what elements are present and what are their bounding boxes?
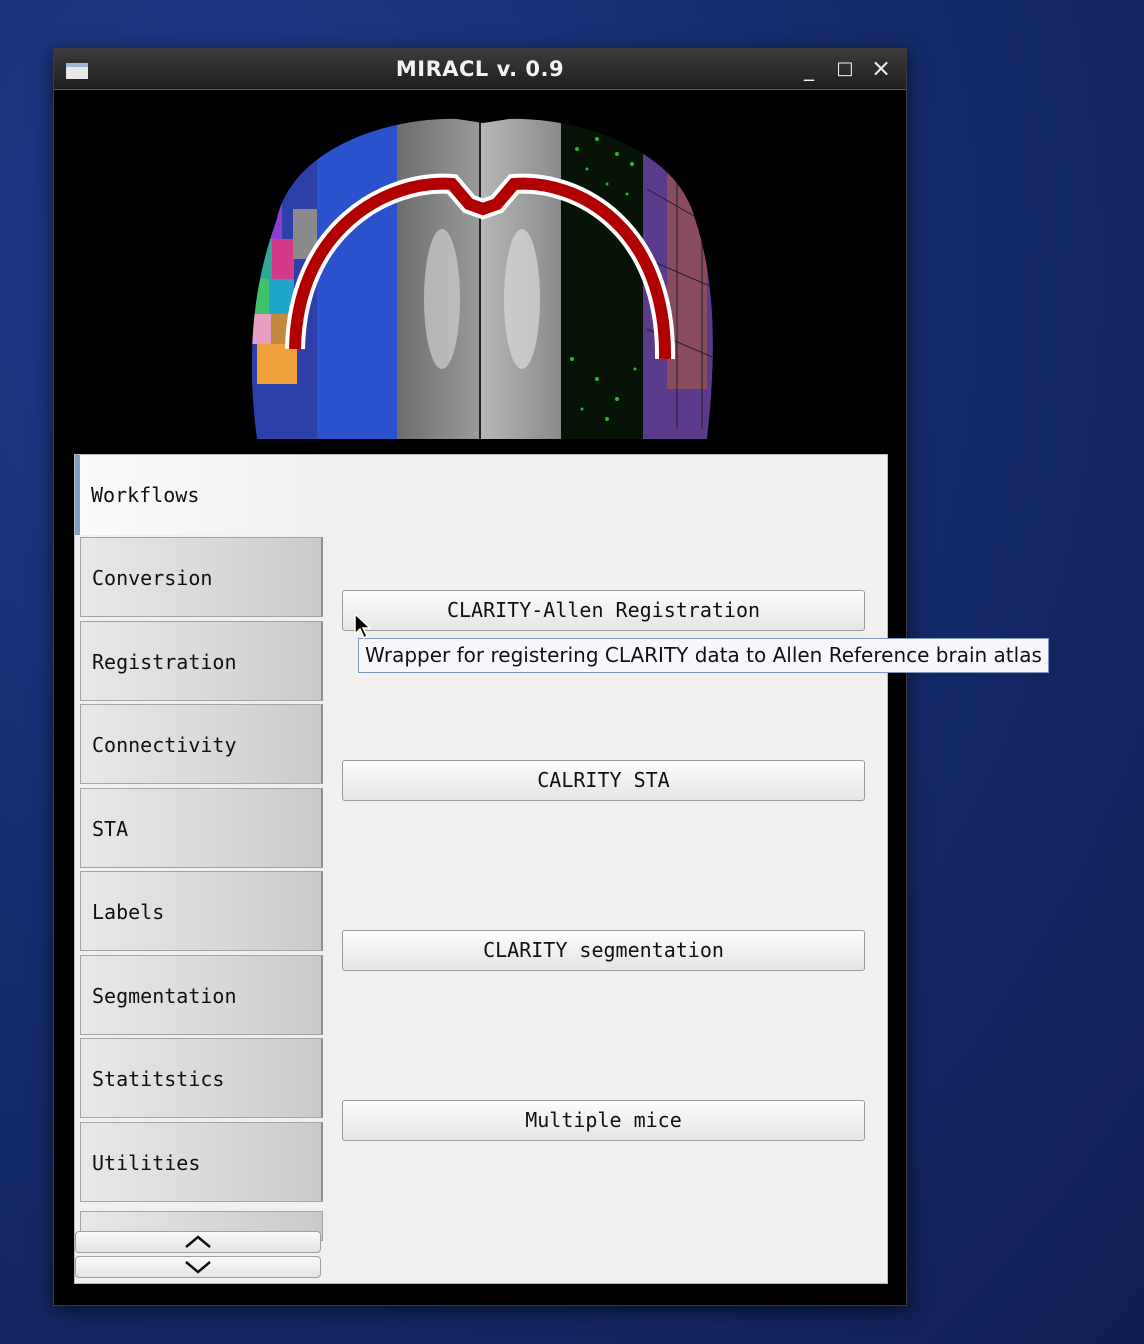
chevron-up-icon — [185, 1235, 211, 1248]
tab-utilities[interactable]: Utilities — [80, 1122, 323, 1202]
close-button[interactable]: × — [870, 54, 892, 82]
brain-banner-image — [237, 109, 729, 441]
clarity-sta-button[interactable]: CALRITY STA — [342, 760, 865, 801]
mouse-pointer-icon — [354, 612, 372, 640]
window-title: MIRACL v. 0.9 — [395, 57, 565, 81]
app-window: MIRACL v. 0.9 _ □ × Workflows Conversion… — [53, 48, 907, 1306]
maximize-button[interactable]: □ — [834, 58, 856, 79]
tab-sta[interactable]: STA — [80, 788, 323, 868]
tab-conversion[interactable]: Conversion — [80, 537, 323, 617]
tab-connectivity[interactable]: Connectivity — [80, 704, 323, 784]
tooltip: Wrapper for registering CLARITY data to … — [358, 638, 1049, 673]
chevron-down-icon — [185, 1261, 211, 1274]
minimize-button[interactable]: _ — [798, 57, 820, 81]
tab-scroll-down-button[interactable] — [75, 1256, 321, 1278]
title-bar[interactable]: MIRACL v. 0.9 _ □ × — [54, 49, 906, 90]
tab-workflows[interactable]: Workflows — [75, 455, 327, 535]
clarity-segmentation-button[interactable]: CLARITY segmentation — [342, 930, 865, 971]
tab-labels[interactable]: Labels — [80, 871, 323, 951]
multiple-mice-button[interactable]: Multiple mice — [342, 1100, 865, 1141]
tab-scroll-up-button[interactable] — [75, 1231, 321, 1253]
tab-segmentation[interactable]: Segmentation — [80, 955, 323, 1035]
tab-panel: Workflows Conversion Registration Connec… — [74, 454, 888, 1284]
tab-registration[interactable]: Registration — [80, 621, 323, 701]
clarity-allen-registration-button[interactable]: CLARITY-Allen Registration — [342, 590, 865, 631]
tab-statistics[interactable]: Statitstics — [80, 1038, 323, 1118]
